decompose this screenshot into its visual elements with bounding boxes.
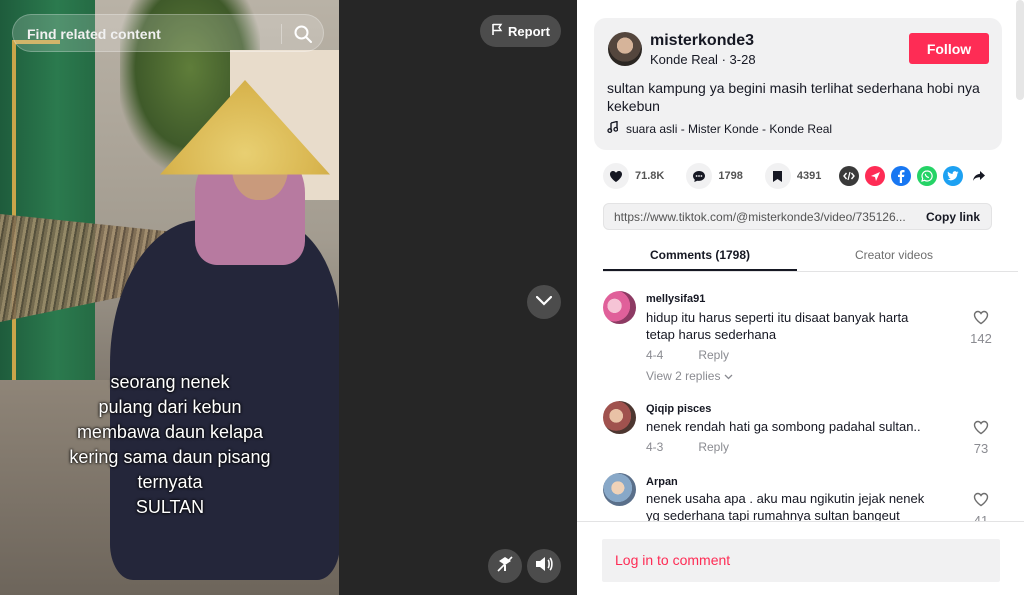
- post-username[interactable]: misterkonde3: [650, 32, 754, 50]
- tab-active-indicator: [603, 269, 797, 271]
- search-placeholder: Find related content: [27, 26, 161, 42]
- chevron-down-icon: [535, 293, 553, 311]
- copy-link-button[interactable]: Copy link: [926, 210, 980, 224]
- caption-line: kering sama daun pisang: [69, 447, 271, 467]
- comment-login-bar: Log in to comment: [577, 521, 1024, 595]
- comment-meta: 4-4 Reply: [646, 348, 729, 362]
- view-replies-button[interactable]: View 2 replies: [646, 369, 733, 383]
- engagement-stats: 71.8K 1798 4391: [603, 163, 843, 189]
- comment-username[interactable]: Arpan: [646, 476, 678, 488]
- avatar[interactable]: [603, 401, 636, 434]
- login-to-comment-label: Log in to comment: [615, 552, 731, 568]
- search-icon[interactable]: [293, 24, 313, 44]
- save-count: 4391: [796, 170, 822, 182]
- comment-date: 4-3: [646, 440, 664, 454]
- next-video-button[interactable]: [527, 285, 561, 319]
- dot-separator: ·: [721, 52, 730, 67]
- search-divider: [281, 24, 282, 44]
- caption-line: SULTAN: [135, 497, 205, 517]
- flag-icon: [491, 23, 503, 39]
- twitter-icon[interactable]: [943, 166, 963, 186]
- avatar[interactable]: [603, 473, 636, 506]
- share-arrow-icon[interactable]: [969, 166, 989, 186]
- video-frame[interactable]: seorang nenek pulang dari kebun membawa …: [0, 0, 339, 595]
- comment-icon: [686, 163, 713, 189]
- comment-count: 1798: [718, 170, 743, 182]
- panel-scrollbar[interactable]: [1016, 0, 1024, 100]
- post-description: sultan kampung ya begini masih terlihat …: [607, 80, 980, 114]
- like-button[interactable]: 71.8K: [603, 163, 664, 189]
- music-label: suara asli - Mister Konde - Konde Real: [626, 121, 833, 136]
- comment-list[interactable]: mellysifa91 hidup itu harus seperti itu …: [577, 274, 1017, 522]
- video-player[interactable]: seorang nenek pulang dari kebun membawa …: [0, 0, 577, 595]
- save-button[interactable]: 4391: [764, 163, 822, 189]
- tab-creator-videos[interactable]: Creator videos: [797, 248, 991, 262]
- floating-player-icon: [496, 555, 514, 578]
- post-date: 3-28: [729, 52, 756, 67]
- video-url: https://www.tiktok.com/@misterkonde3/vid…: [614, 210, 906, 224]
- send-icon[interactable]: [865, 166, 885, 186]
- comment-like-button[interactable]: 142: [967, 310, 995, 346]
- caption-line: pulang dari kebun: [98, 397, 242, 417]
- comment-like-count: 142: [970, 331, 992, 346]
- login-to-comment-button[interactable]: Log in to comment: [602, 539, 1000, 582]
- view-replies-label: View 2 replies: [646, 369, 721, 383]
- heart-outline-icon: [973, 310, 989, 329]
- report-button[interactable]: Report: [480, 15, 561, 47]
- chevron-down-icon: [724, 369, 733, 383]
- whatsapp-icon[interactable]: [917, 166, 937, 186]
- heart-icon: [603, 163, 629, 189]
- video-link-field[interactable]: https://www.tiktok.com/@misterkonde3/vid…: [603, 203, 992, 230]
- music-note-icon: [607, 120, 619, 136]
- heart-outline-icon: [973, 420, 989, 439]
- comment-like-count: 73: [973, 441, 989, 456]
- facebook-icon[interactable]: [891, 166, 911, 186]
- comment-like-button[interactable]: 41: [967, 492, 995, 522]
- comment-button[interactable]: 1798: [686, 163, 743, 189]
- report-label: Report: [508, 23, 550, 39]
- caption-line: seorang nenek: [110, 372, 230, 392]
- caption-line: membawa daun kelapa: [76, 422, 264, 442]
- floating-player-button[interactable]: [488, 549, 522, 583]
- comment-username[interactable]: mellysifa91: [646, 293, 705, 305]
- details-panel: misterkonde3 Konde Real · 3-28 Follow su…: [577, 0, 1024, 595]
- follow-button[interactable]: Follow: [909, 33, 989, 64]
- search-input[interactable]: Find related content: [12, 14, 324, 52]
- share-icons-row: [839, 166, 989, 186]
- bookmark-icon: [764, 163, 791, 189]
- volume-button[interactable]: [527, 549, 561, 583]
- tab-comments[interactable]: Comments (1798): [603, 248, 797, 262]
- comment-username[interactable]: Qiqip pisces: [646, 403, 711, 415]
- reply-button[interactable]: Reply: [698, 348, 729, 362]
- panel-tabs: Comments (1798) Creator videos: [603, 240, 1018, 272]
- post-info-card: misterkonde3 Konde Real · 3-28 Follow su…: [594, 18, 1002, 150]
- comment-date: 4-4: [646, 348, 664, 362]
- video-caption-overlay: seorang nenek pulang dari kebun membawa …: [40, 370, 300, 520]
- reply-button[interactable]: Reply: [698, 440, 729, 454]
- avatar[interactable]: [608, 32, 642, 66]
- embed-icon[interactable]: [839, 166, 859, 186]
- music-link[interactable]: suara asli - Mister Konde - Konde Real: [607, 120, 833, 136]
- caption-line: ternyata: [137, 472, 203, 492]
- post-author-line: Konde Real · 3-28: [650, 52, 756, 67]
- comment-text: hidup itu harus seperti itu disaat banya…: [646, 310, 909, 342]
- avatar[interactable]: [603, 291, 636, 324]
- comment-text: nenek usaha apa . aku mau ngikutin jejak…: [646, 491, 925, 522]
- comment-meta: 4-3 Reply: [646, 440, 729, 454]
- like-count: 71.8K: [635, 170, 665, 182]
- volume-icon: [535, 556, 553, 577]
- comment-like-button[interactable]: 73: [967, 420, 995, 456]
- heart-outline-icon: [973, 492, 989, 511]
- comment-text: nenek rendah hati ga sombong padahal sul…: [646, 419, 921, 434]
- author-name[interactable]: Konde Real: [650, 52, 718, 67]
